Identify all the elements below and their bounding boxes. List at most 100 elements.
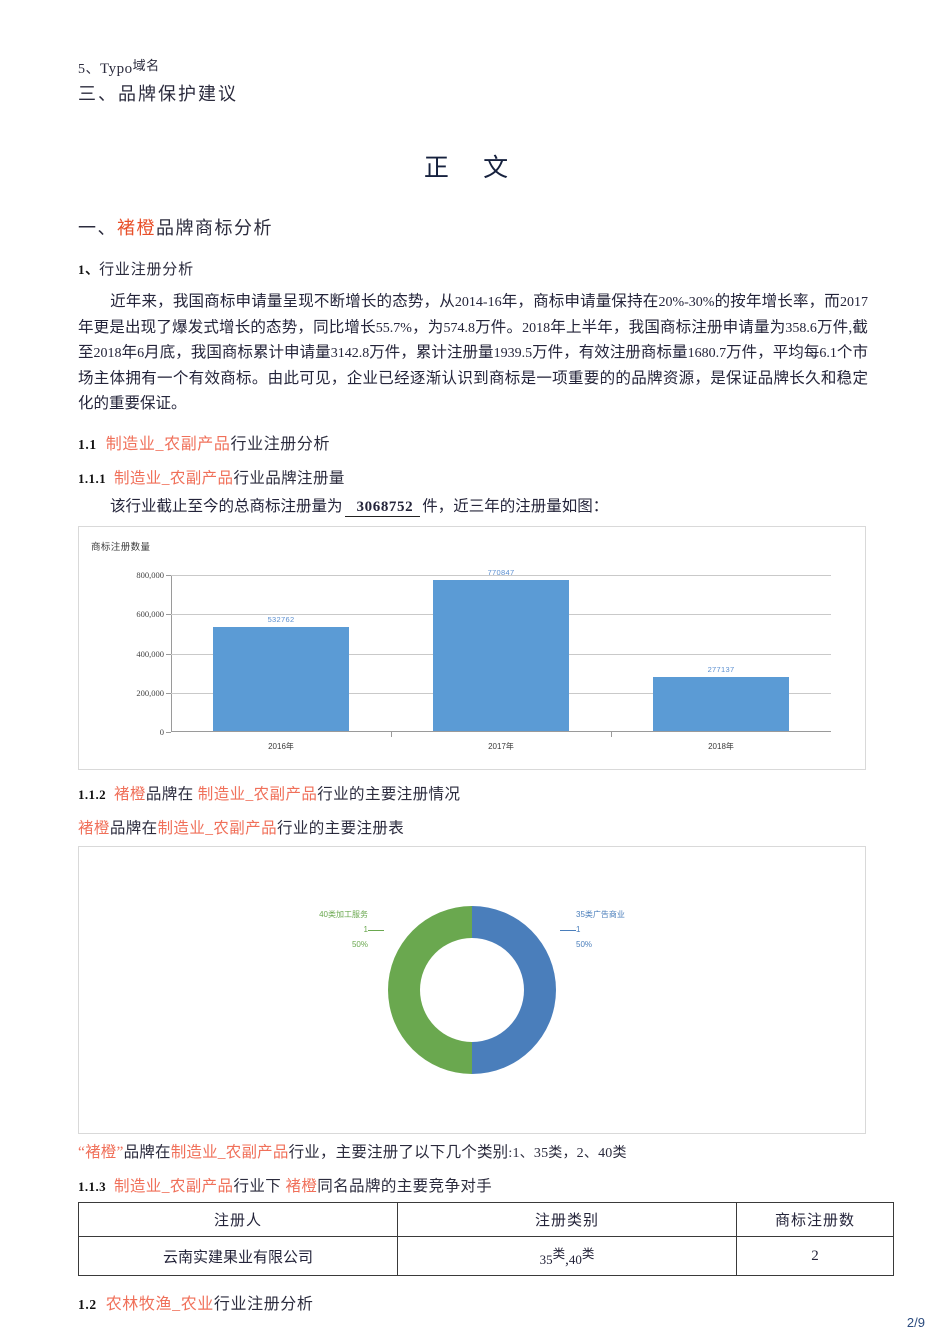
para-n10: 3142.8	[330, 346, 370, 362]
subheading-mid: 品牌在	[109, 820, 158, 838]
competitor-table: 注册人 注册类别 商标注册数 云南实建果业有限公司 35类,40类 2	[78, 1202, 894, 1277]
cell-category-b-unit: 类	[581, 1247, 595, 1262]
para-t2: 年，商标申请量保持在	[501, 293, 659, 310]
bar-chart-x-axis	[171, 731, 831, 733]
heading-1-1-3-rest: 同名品牌的主要竞争对手	[317, 1178, 493, 1196]
donut-leader-left	[368, 930, 384, 932]
bar	[432, 579, 570, 732]
toc-item-5: 5、Typo域名	[78, 58, 868, 78]
section-heading-1: 一、褚橙品牌商标分析	[78, 214, 868, 240]
para-t13: 万件，有效注册商标量	[532, 344, 688, 362]
para-t1: 近年来，我国商标申请量呈现不断增长的态势，从	[110, 293, 455, 310]
heading-1-1-2-industry: 制造业_农副产品	[197, 786, 318, 804]
para-t4: 年更是出现了爆发式增长的态势，同比增长	[78, 318, 376, 336]
summary-tail: :1、35类，2、40类	[508, 1146, 627, 1162]
total-registration-value: 3068752	[344, 499, 421, 518]
para-n13: 6.1	[819, 346, 837, 362]
donut-label-right: 35类广告商业 1 50%	[576, 908, 625, 952]
para-n11: 1939.5	[493, 346, 533, 362]
donut-leader-right	[560, 930, 576, 932]
table-header-row: 注册人 注册类别 商标注册数	[78, 1202, 894, 1238]
toc-item-3: 三、品牌保护建议	[78, 84, 238, 104]
para-n7: 358.6	[785, 320, 817, 336]
heading-1-1-2-mid: 品牌在	[145, 786, 198, 804]
table-cell-category: 35类,40类	[397, 1236, 737, 1277]
para-n8: 2018	[93, 346, 122, 362]
para-t5: ，为	[411, 318, 444, 336]
para-t7: 年上半年，我国商标注册申请量为	[550, 318, 786, 336]
total-registration-line: 该行业截止至今的总商标注册量为 3068752 件，近三年的注册量如图：	[78, 494, 868, 518]
para-t11: 月底，我国商标累计申请量	[144, 344, 331, 362]
summary-brand: 褚橙	[85, 1144, 117, 1162]
y-tick-label: 400,000	[136, 648, 164, 659]
donut-hole	[420, 938, 524, 1043]
table-cell-count: 2	[736, 1236, 894, 1277]
y-tick-label: 0	[159, 727, 164, 738]
donut-label-left-name: 40类加工服务	[319, 910, 368, 920]
summary-rest: 行业，主要注册了以下几个类别	[288, 1144, 509, 1162]
table-row: 云南实建果业有限公司 35类,40类 2	[78, 1236, 894, 1277]
total-registration-prefix: 该行业截止至今的总商标注册量为	[110, 498, 343, 516]
donut-chart-wrap: 40类加工服务 1 50% 35类广告商业 1 50%	[319, 906, 625, 1075]
heading-1-2-number: 1.2	[78, 1297, 97, 1313]
subheading-registration-table: 褚橙品牌在制造业_农副产品行业的主要注册表	[78, 816, 868, 838]
para-t14: 万件，平均每	[726, 344, 820, 362]
para-t10: 年	[121, 344, 138, 362]
heading-1-1-1-rest: 行业品牌注册量	[233, 470, 345, 488]
page-content: 5、Typo域名 三、品牌保护建议 正 文 一、褚橙品牌商标分析 1、行业注册分…	[78, 58, 894, 1324]
para-t8: 万件	[816, 318, 849, 336]
bar-value-label: 770847	[487, 567, 515, 577]
heading-1-1-3-brand: 褚橙	[285, 1178, 318, 1196]
donut-label-right-value: 1	[576, 925, 581, 935]
heading-1-1-2: 1.1.2 褚橙品牌在 制造业_农副产品行业的主要注册情况	[78, 782, 868, 804]
heading-1-1: 1.1 制造业_农副产品行业注册分析	[78, 430, 868, 454]
x-axis-label: 2017年	[488, 742, 514, 752]
table-header-count: 商标注册数	[736, 1202, 894, 1238]
toc-item-5-suffix: 域名	[132, 58, 160, 73]
y-tick-label: 200,000	[136, 687, 164, 698]
donut-chart: 40类加工服务 1 50% 35类广告商业 1 50%	[78, 846, 866, 1135]
para-n12: 1680.7	[687, 346, 727, 362]
para-n2: 20%-30%	[658, 295, 715, 310]
heading-1-1-1: 1.1.1 制造业_农副产品行业品牌注册量	[78, 466, 868, 488]
total-registration-suffix: 件，近三年的注册量如图：	[422, 498, 609, 516]
table-header-registrant: 注册人	[78, 1202, 398, 1238]
y-tick-label: 800,000	[136, 570, 164, 581]
toc-item-5-number: 5、	[78, 62, 100, 77]
table-cell-registrant: 云南实建果业有限公司	[78, 1236, 398, 1277]
para-n4: 55.7%	[375, 320, 412, 336]
subsection-heading-1: 1、行业注册分析	[78, 258, 868, 279]
cell-category-a: 35	[539, 1252, 553, 1268]
para-t6: 万件。	[474, 318, 523, 336]
cell-category-b: 40	[568, 1252, 582, 1268]
section-1-brand: 褚橙	[117, 218, 156, 238]
subheading-rest: 行业的主要注册表	[276, 820, 405, 838]
para-t3: 的按年增长率，而	[714, 293, 840, 310]
intro-paragraph: 近年来，我国商标申请量呈现不断增长的态势，从2014-16年，商标申请量保持在2…	[78, 289, 868, 416]
bar-chart: 商标注册数量 0 200,000 400,000 600,000 800,000 532…	[78, 526, 866, 771]
donut-summary-line: “褚橙”品牌在制造业_农副产品行业，主要注册了以下几个类别:1、35类，2、40…	[78, 1140, 868, 1162]
heading-1-1-1-industry: 制造业_农副产品	[114, 470, 234, 488]
table-header-category: 注册类别	[397, 1202, 737, 1238]
summary-mid: 品牌在	[123, 1144, 171, 1162]
heading-1-1-industry: 制造业_农副产品	[105, 436, 231, 454]
y-tick-label: 600,000	[136, 609, 164, 620]
heading-1-1-number: 1.1	[78, 437, 97, 453]
donut-label-left: 40类加工服务 1 50%	[319, 908, 368, 952]
heading-1-1-1-number: 1.1.1	[78, 471, 106, 487]
x-tick-mark	[611, 732, 612, 738]
donut-label-left-percent: 50%	[351, 939, 368, 949]
heading-1-2-industry: 农林牧渔_农业	[105, 1296, 214, 1314]
heading-1-1-rest: 行业注册分析	[230, 436, 331, 454]
donut-label-left-value: 1	[363, 925, 368, 935]
section-1-number: 一、	[78, 218, 117, 238]
subsection-1-number: 1、	[78, 262, 100, 277]
bar-chart-axis-title: 商标注册数量	[91, 542, 151, 554]
subheading-industry: 制造业_农副产品	[157, 820, 277, 838]
para-n5: 574.8	[443, 320, 475, 336]
page-number: 2/9	[906, 1315, 925, 1330]
heading-1-2: 1.2 农林牧渔_农业行业注册分析	[78, 1290, 868, 1314]
para-n6: 2018	[522, 320, 551, 336]
x-axis-label: 2016年	[268, 742, 294, 752]
summary-quote-close: ”	[116, 1144, 124, 1162]
